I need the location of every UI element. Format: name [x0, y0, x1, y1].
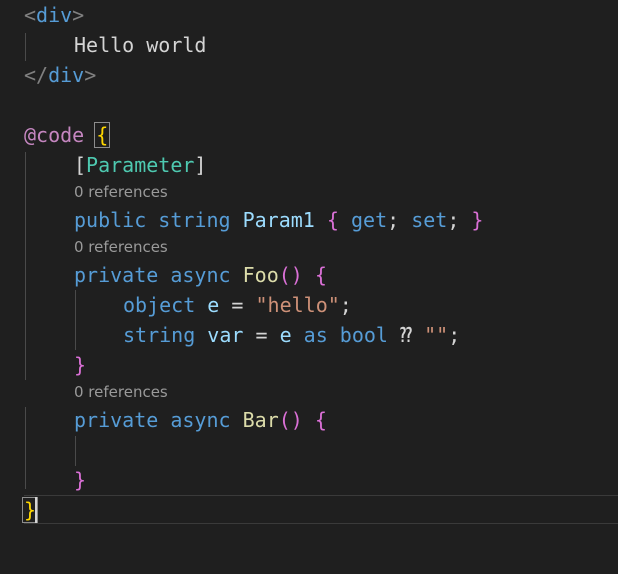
keyword: object	[123, 293, 196, 317]
code-line-div-close: </div>	[24, 60, 96, 90]
keyword: public	[74, 208, 147, 232]
current-line-highlight	[24, 495, 618, 524]
code-line-foo-declaration: private async Foo() {	[74, 260, 327, 290]
variable: var	[207, 323, 244, 347]
tag-open-bracket: </	[24, 63, 49, 87]
keyword: string	[158, 208, 231, 232]
keyword: as	[303, 323, 328, 347]
tag-name: div	[36, 3, 73, 27]
semicolon: ;	[387, 208, 400, 232]
code-line-div-open: <div>	[24, 0, 84, 30]
codelens-references[interactable]: 0 references	[74, 380, 168, 404]
code-line-object-assign: object e = "hello";	[123, 290, 352, 320]
keyword: private	[74, 408, 159, 432]
code-editor[interactable]: <div> Hello world </div> @code { [Parame…	[0, 0, 618, 574]
keyword: bool	[339, 323, 388, 347]
attribute-close: ]	[194, 153, 207, 177]
coalesce-operator: ⁇	[400, 323, 413, 347]
method-name: Foo	[242, 263, 279, 287]
code-line-property: public string Param1 { get; set; }	[74, 205, 483, 235]
operator: =	[255, 323, 268, 347]
semicolon: ;	[339, 293, 352, 317]
keyword: async	[170, 408, 231, 432]
method-name: Bar	[242, 408, 279, 432]
string-literal: ""	[424, 323, 449, 347]
code-line-foo-close: }	[74, 350, 86, 380]
code-line-bar-close: }	[74, 465, 86, 495]
tag-open-bracket: <	[24, 3, 37, 27]
tag-close-bracket: >	[72, 3, 85, 27]
semicolon: ;	[447, 208, 460, 232]
brace-close: }	[74, 468, 87, 492]
indent-guide-foo-body	[75, 290, 76, 350]
brace-close: }	[74, 353, 87, 377]
accessor: set	[411, 208, 448, 232]
semicolon: ;	[448, 323, 461, 347]
variable: e	[207, 293, 220, 317]
code-line-bar-declaration: private async Bar() {	[74, 405, 327, 435]
indent-guide-div	[25, 33, 26, 61]
matched-brace-open: {	[94, 122, 111, 148]
indent-guide-bar-body	[75, 436, 76, 466]
text-cursor	[35, 497, 37, 523]
codelens-references[interactable]: 0 references	[74, 235, 168, 259]
brace-open: {	[326, 208, 339, 232]
keyword: private	[74, 263, 159, 287]
markup-text: Hello world	[74, 33, 207, 57]
tag-name: div	[48, 63, 85, 87]
code-line-string-assign: string var = e as bool ⁇ "";	[123, 320, 460, 350]
codelens-references[interactable]: 0 references	[74, 180, 168, 204]
parentheses: ()	[278, 408, 303, 432]
accessor: get	[350, 208, 388, 232]
parentheses: ()	[278, 263, 303, 287]
code-line-code-block: @code {	[24, 120, 111, 150]
brace-open: {	[314, 408, 327, 432]
variable: e	[279, 323, 292, 347]
indent-guide-code-block-lower	[25, 407, 26, 489]
operator: =	[231, 293, 244, 317]
attribute-name: Parameter	[86, 153, 195, 177]
keyword: async	[170, 263, 231, 287]
code-line-attribute: [Parameter]	[74, 150, 206, 180]
keyword: string	[123, 323, 196, 347]
code-line-hello: Hello world	[74, 30, 206, 60]
attribute-open: [	[74, 153, 87, 177]
razor-directive: @code	[24, 123, 85, 147]
brace-open: {	[314, 263, 327, 287]
indent-guide-code-block	[25, 152, 26, 380]
string-literal: "hello"	[255, 293, 340, 317]
property-name: Param1	[242, 208, 315, 232]
tag-close-bracket: >	[84, 63, 97, 87]
brace-close: }	[471, 208, 484, 232]
